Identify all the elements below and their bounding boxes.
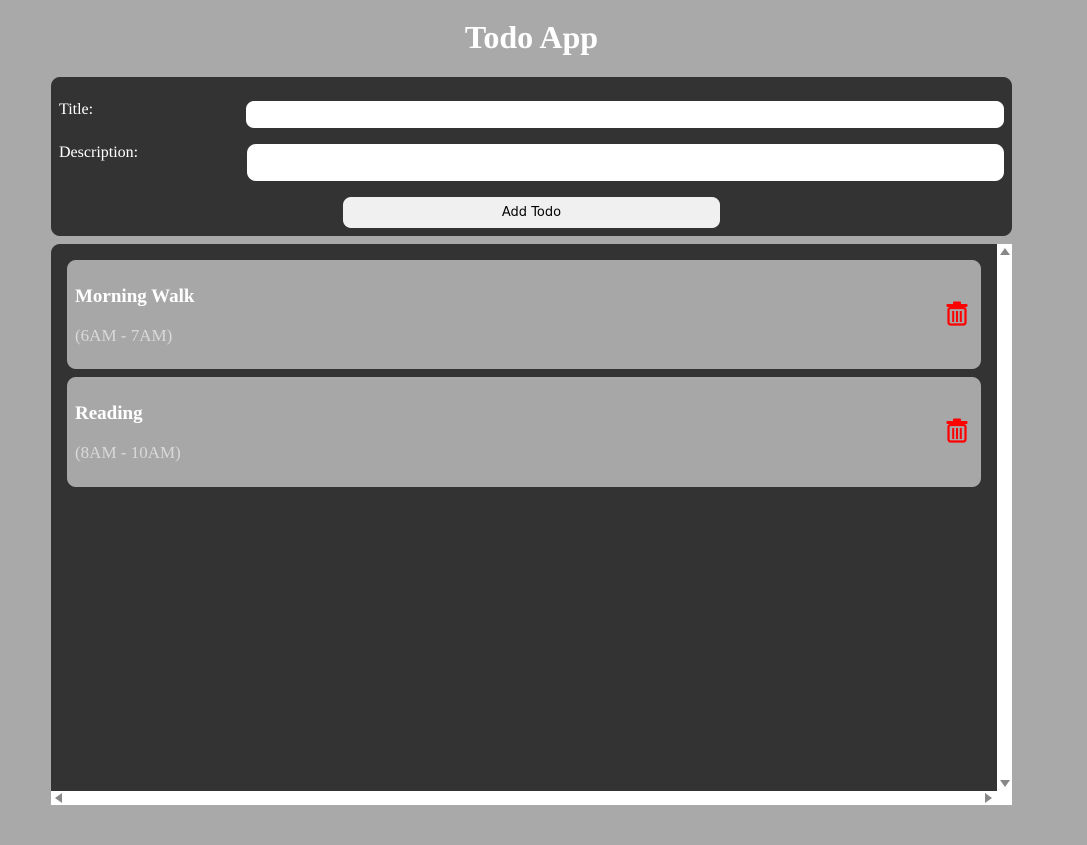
scroll-left-icon[interactable] [55, 793, 62, 803]
todo-form: Title: Description: Add Todo [51, 77, 1012, 236]
trash-icon [946, 301, 968, 326]
horizontal-scrollbar[interactable] [51, 791, 1012, 805]
trash-icon [946, 418, 968, 443]
todo-title: Reading [75, 403, 143, 424]
todo-description: (6AM - 7AM) [75, 326, 173, 345]
todo-item: Reading (8AM - 10AM) [67, 377, 981, 487]
page-title: Todo App [464, 19, 599, 55]
scroll-right-icon[interactable] [985, 793, 992, 803]
scroll-up-icon[interactable] [1000, 248, 1010, 255]
scroll-down-icon[interactable] [1000, 780, 1010, 787]
description-label: Description: [59, 144, 139, 161]
vertical-scrollbar[interactable] [997, 244, 1012, 791]
todo-title: Morning Walk [75, 286, 195, 307]
title-label: Title: [59, 101, 94, 118]
todo-description: (8AM - 10AM) [75, 443, 181, 462]
todo-item: Morning Walk (6AM - 7AM) [67, 260, 981, 369]
title-input[interactable] [246, 101, 1004, 128]
description-input[interactable] [247, 144, 1004, 181]
add-todo-button[interactable]: Add Todo [343, 197, 720, 228]
todo-list: Morning Walk (6AM - 7AM) Reading (8AM - … [51, 244, 1012, 805]
delete-button[interactable] [946, 418, 968, 443]
delete-button[interactable] [946, 301, 968, 326]
